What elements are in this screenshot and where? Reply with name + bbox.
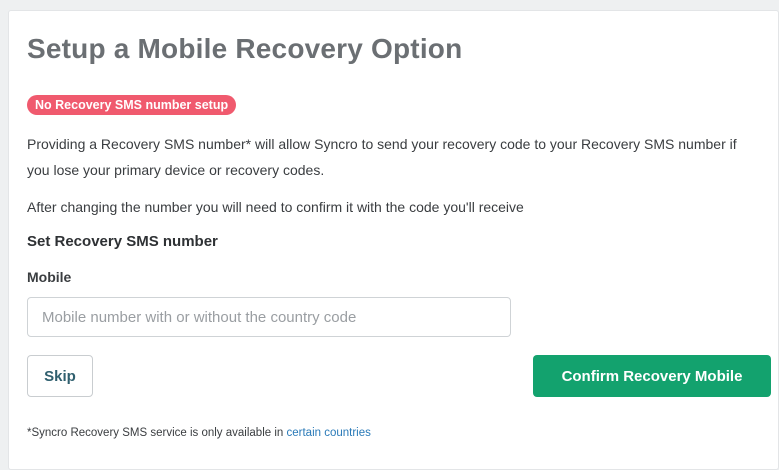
footnote-text: *Syncro Recovery SMS service is only ava… bbox=[27, 427, 287, 439]
page-title: Setup a Mobile Recovery Option bbox=[27, 33, 463, 64]
mobile-label: Mobile bbox=[27, 269, 72, 285]
mobile-recovery-card: Setup a Mobile Recovery Option No Recove… bbox=[8, 10, 779, 470]
confirm-recovery-mobile-button[interactable]: Confirm Recovery Mobile bbox=[533, 355, 771, 397]
skip-button[interactable]: Skip bbox=[27, 355, 93, 397]
change-note-text: After changing the number you will need … bbox=[27, 199, 524, 215]
description-text: Providing a Recovery SMS number* will al… bbox=[27, 136, 737, 178]
mobile-input[interactable] bbox=[27, 297, 511, 337]
certain-countries-link[interactable]: certain countries bbox=[287, 427, 371, 439]
footnote: *Syncro Recovery SMS service is only ava… bbox=[27, 427, 371, 439]
status-badge: No Recovery SMS number setup bbox=[27, 95, 237, 115]
section-title: Set Recovery SMS number bbox=[27, 233, 218, 250]
